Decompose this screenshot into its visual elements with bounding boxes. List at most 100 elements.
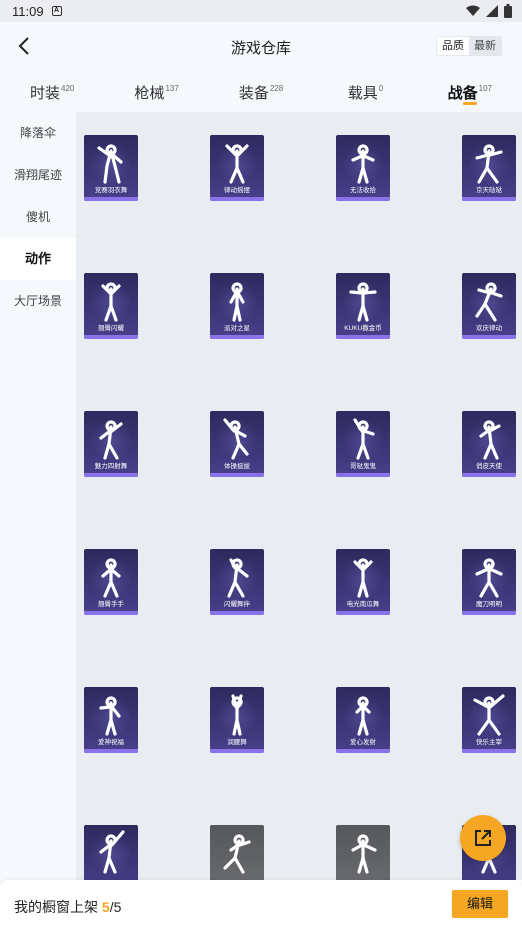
tab-count: 420 bbox=[61, 84, 75, 93]
emote-name: 魅力四射舞 bbox=[94, 463, 128, 470]
emote-card: 欢庆律动 bbox=[462, 273, 516, 339]
sidebar-item-glide-trail[interactable]: 滑翔尾迹 bbox=[0, 154, 76, 196]
rarity-stripe bbox=[462, 749, 516, 753]
emote-name: 翘臀手手 bbox=[98, 601, 124, 608]
emote-item[interactable]: KUKU撒金币 bbox=[336, 273, 390, 339]
emote-card: 魅力四射舞 bbox=[84, 411, 138, 477]
header: 游戏仓库 品质 最新 bbox=[0, 22, 522, 70]
wifi-icon bbox=[466, 5, 480, 16]
tab-label: 枪械 bbox=[134, 85, 165, 102]
dancer-figure-icon bbox=[101, 282, 121, 322]
emote-name: 俏皮天使 bbox=[476, 463, 502, 470]
tab-label: 战备 bbox=[447, 85, 478, 102]
emote-item[interactable]: 翘臀手手 bbox=[84, 549, 138, 615]
tab-label: 载具 bbox=[347, 85, 378, 102]
status-icons bbox=[466, 4, 512, 18]
emote-card: 竞赛羽衣舞 bbox=[84, 135, 138, 201]
emote-item[interactable]: 润腰舞 bbox=[210, 687, 264, 753]
rarity-stripe bbox=[84, 749, 138, 753]
emote-card: KUKU撒金币 bbox=[336, 273, 390, 339]
signal-icon bbox=[486, 5, 498, 17]
dancer-figure-icon bbox=[351, 144, 375, 184]
rarity-stripe bbox=[336, 473, 390, 477]
emote-card: 魔刀明明 bbox=[462, 549, 516, 615]
sidebar-item-plane[interactable]: 傻机 bbox=[0, 196, 76, 238]
emote-item[interactable]: 律动摇摆 bbox=[210, 135, 264, 201]
rarity-stripe bbox=[462, 473, 516, 477]
emote-name: 翘臀闪耀 bbox=[98, 325, 124, 332]
rarity-stripe bbox=[84, 335, 138, 339]
sidebar-item-parachute[interactable]: 降落伞 bbox=[0, 112, 76, 154]
emote-item[interactable] bbox=[84, 825, 138, 880]
emote-item[interactable]: 电光南瓜舞 bbox=[336, 549, 390, 615]
share-button[interactable] bbox=[460, 815, 506, 861]
rarity-stripe bbox=[210, 473, 264, 477]
emote-item[interactable]: 体操挺拔 bbox=[210, 411, 264, 477]
emote-name: KUKU撒金币 bbox=[344, 325, 382, 332]
emote-card: 润腰舞 bbox=[210, 687, 264, 753]
emote-item[interactable] bbox=[210, 825, 264, 880]
rarity-stripe bbox=[210, 749, 264, 753]
emote-item[interactable] bbox=[336, 825, 390, 880]
rarity-stripe bbox=[84, 197, 138, 201]
emote-item[interactable]: 翘臀闪耀 bbox=[84, 273, 138, 339]
rarity-stripe bbox=[84, 611, 138, 615]
emote-item[interactable]: 哥哒鬼鬼 bbox=[336, 411, 390, 477]
rarity-stripe bbox=[336, 197, 390, 201]
emote-card: 京天哒哒 bbox=[462, 135, 516, 201]
emote-item[interactable]: 派对之星 bbox=[210, 273, 264, 339]
emote-card: 律动摇摆 bbox=[210, 135, 264, 201]
emote-name: 电光南瓜舞 bbox=[346, 601, 380, 608]
emote-name: 体操挺拔 bbox=[224, 463, 250, 470]
dancer-figure-icon bbox=[479, 420, 501, 460]
emote-name: 律动摇摆 bbox=[224, 187, 250, 194]
emote-card: 无法收拾 bbox=[336, 135, 390, 201]
bottom-bar: 我的橱窗上架 5/5 编辑 bbox=[0, 880, 522, 928]
showcase-label: 我的橱窗上架 bbox=[14, 899, 98, 915]
tab-vehicles[interactable]: 载具0 bbox=[313, 70, 417, 112]
emote-name: 京天哒哒 bbox=[476, 187, 502, 194]
emote-item[interactable]: 竞赛羽衣舞 bbox=[84, 135, 138, 201]
dancer-figure-icon bbox=[97, 144, 123, 184]
tab-weapons[interactable]: 枪械137 bbox=[104, 70, 208, 112]
emote-name: 魔刀明明 bbox=[476, 601, 502, 608]
sort-option-latest[interactable]: 最新 bbox=[469, 37, 501, 55]
emote-item[interactable]: 爱心发射 bbox=[336, 687, 390, 753]
showcase-status: 我的橱窗上架 5/5 bbox=[14, 897, 121, 917]
dancer-figure-icon bbox=[475, 282, 503, 322]
rarity-stripe bbox=[84, 473, 138, 477]
tab-combat-gear[interactable]: 战备107 bbox=[418, 70, 522, 112]
rarity-stripe bbox=[462, 335, 516, 339]
emote-name: 爱心发射 bbox=[350, 739, 376, 746]
sort-option-quality[interactable]: 品质 bbox=[437, 37, 469, 55]
tab-label: 装备 bbox=[238, 85, 269, 102]
tab-label: 时装 bbox=[30, 85, 61, 102]
emote-item[interactable]: 欢庆律动 bbox=[462, 273, 516, 339]
active-tab-indicator bbox=[462, 102, 477, 105]
showcase-total: 5 bbox=[113, 899, 122, 915]
emote-item[interactable]: 魅力四射舞 bbox=[84, 411, 138, 477]
emote-item[interactable]: 无法收拾 bbox=[336, 135, 390, 201]
emote-name: 闪耀舞拌 bbox=[224, 601, 250, 608]
dancer-figure-icon bbox=[351, 834, 377, 874]
dancer-figure-icon bbox=[475, 558, 503, 598]
tab-fashion[interactable]: 时装420 bbox=[0, 70, 104, 112]
dancer-figure-icon bbox=[99, 420, 123, 460]
tab-count: 228 bbox=[269, 84, 284, 93]
edit-button[interactable]: 编辑 bbox=[452, 890, 508, 918]
rarity-stripe bbox=[210, 335, 264, 339]
rarity-stripe bbox=[462, 611, 516, 615]
emote-card: 翘臀闪耀 bbox=[84, 273, 138, 339]
rarity-stripe bbox=[210, 611, 264, 615]
emote-card: 电光南瓜舞 bbox=[336, 549, 390, 615]
emote-item[interactable]: 爱神祝福 bbox=[84, 687, 138, 753]
emote-item[interactable]: 快乐主宰 bbox=[462, 687, 516, 753]
emote-item[interactable]: 闪耀舞拌 bbox=[210, 549, 264, 615]
sidebar-item-emotes[interactable]: 动作 bbox=[0, 238, 76, 280]
emote-item[interactable]: 俏皮天使 bbox=[462, 411, 516, 477]
sidebar-item-lobby-scene[interactable]: 大厅场景 bbox=[0, 280, 76, 322]
tab-equipment[interactable]: 装备228 bbox=[209, 70, 313, 112]
emote-item[interactable]: 魔刀明明 bbox=[462, 549, 516, 615]
dancer-figure-icon bbox=[99, 696, 121, 736]
emote-item[interactable]: 京天哒哒 bbox=[462, 135, 516, 201]
